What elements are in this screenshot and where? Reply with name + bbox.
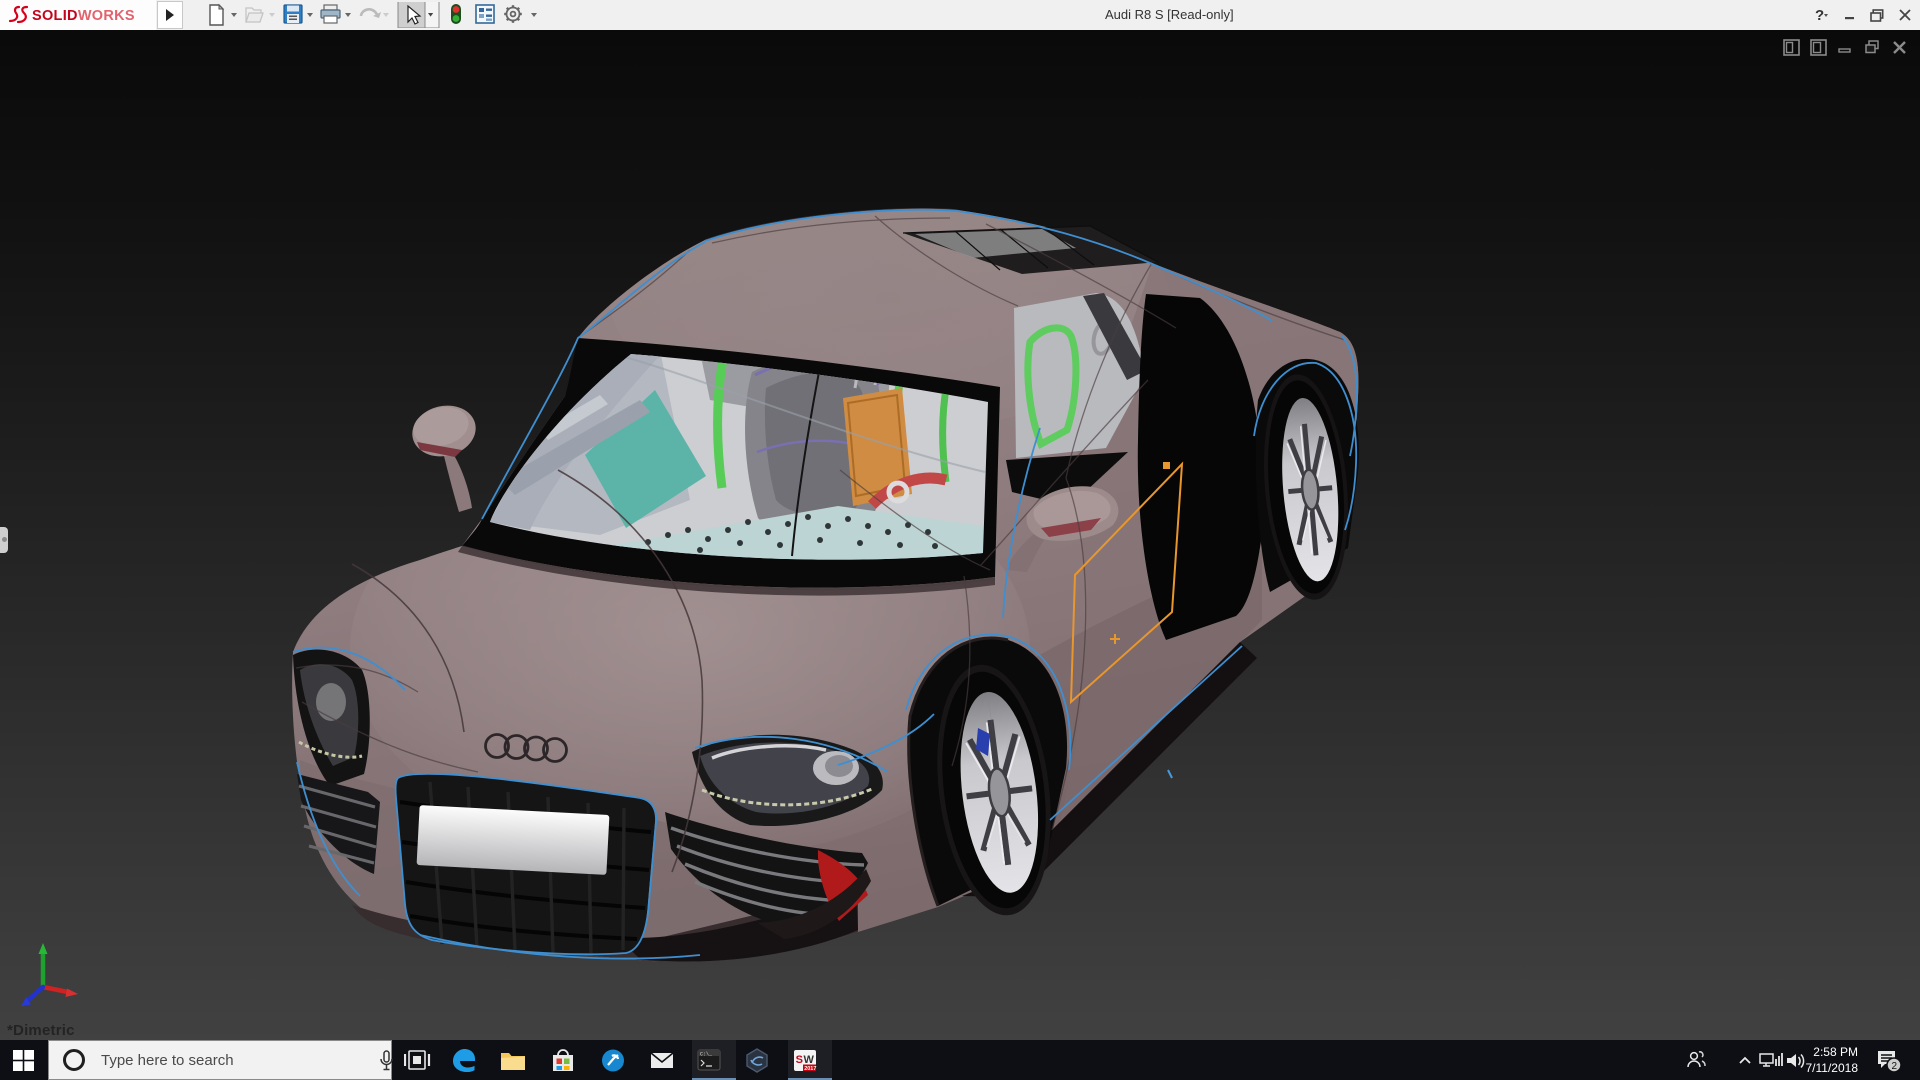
svg-text:S: S	[796, 1054, 803, 1066]
svg-text:SOLIDWORKS: SOLIDWORKS	[32, 8, 135, 24]
svg-text:2: 2	[1892, 1061, 1898, 1072]
svg-text:C:\_: C:\_	[700, 1052, 713, 1058]
svg-text:W: W	[804, 1054, 815, 1066]
svg-text:2017: 2017	[804, 1066, 816, 1072]
svg-text:?: ?	[1815, 7, 1824, 23]
